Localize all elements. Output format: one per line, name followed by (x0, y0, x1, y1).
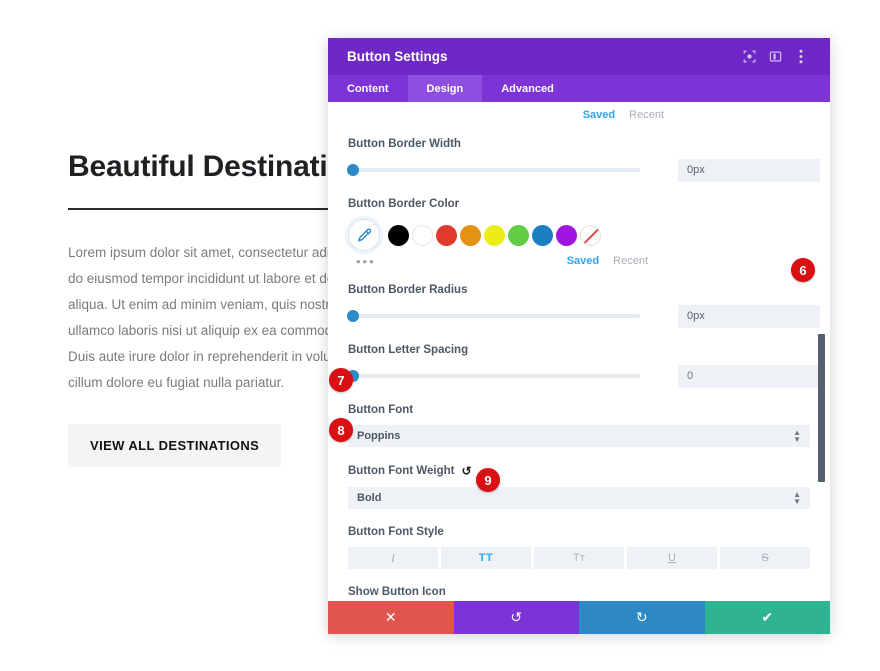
border-radius-slider[interactable] (347, 310, 640, 322)
chevron-updown-icon: ▲ ▼ (793, 428, 801, 444)
font-style-strikethrough-button[interactable]: S (720, 547, 810, 569)
field-button-border-radius (347, 304, 820, 328)
color-preset-tabs: Saved Recent (348, 255, 810, 267)
modal-body: Saved Recent Button Border Width Button … (328, 102, 830, 601)
annotation-badge-9: 9 (476, 468, 500, 492)
reset-icon[interactable]: ↺ (461, 464, 471, 478)
color-recent-tab[interactable]: Recent (613, 255, 648, 267)
label-text: Button Font Style (348, 526, 444, 538)
preset-recent-tab[interactable]: Recent (629, 109, 664, 121)
modal-scrollbar-thumb[interactable] (818, 334, 825, 482)
label-text: Button Border Radius (348, 284, 468, 296)
font-style-italic-button[interactable]: I (348, 547, 438, 569)
modal-title: Button Settings (347, 49, 448, 64)
swatch-black[interactable] (388, 224, 409, 246)
tab-advanced[interactable]: Advanced (482, 75, 573, 102)
view-all-destinations-button[interactable]: VIEW ALL DESTINATIONS (68, 424, 282, 467)
save-changes-button[interactable]: ✔ (704, 601, 830, 634)
label-text: Button Border Color (348, 198, 460, 210)
field-button-border-color (348, 219, 810, 251)
capitalize-icon: Tᴛ (572, 552, 586, 564)
font-style-underline-button[interactable]: U (627, 547, 717, 569)
field-button-letter-spacing (347, 364, 820, 388)
chevron-updown-icon: ▲ ▼ (793, 490, 801, 506)
title-divider (68, 208, 330, 210)
eyedropper-icon[interactable] (348, 219, 380, 251)
responsive-preview-icon[interactable] (736, 46, 762, 68)
font-style-uppercase-button[interactable]: TT (441, 547, 531, 569)
border-radius-input[interactable] (678, 304, 820, 328)
annotation-badge-7: 7 (329, 368, 353, 392)
discard-changes-button[interactable]: ✕ (328, 601, 454, 634)
tab-content[interactable]: Content (328, 75, 408, 102)
button-settings-modal: Button Settings Content Design Advanced (328, 38, 830, 634)
swatch-green[interactable] (508, 224, 529, 246)
annotation-badge-6: 6 (791, 258, 815, 282)
label-text: Button Border Width (348, 138, 461, 150)
layout-toggle-icon[interactable] (762, 46, 788, 68)
undo-button[interactable]: ↺ (453, 601, 579, 634)
label-button-font: Button Font (348, 404, 810, 416)
label-show-button-icon: Show Button Icon (348, 586, 810, 598)
annotation-badge-8: 8 (329, 418, 353, 442)
label-button-letter-spacing: Button Letter Spacing (348, 344, 810, 356)
swatch-yellow[interactable] (484, 224, 505, 246)
modal-footer: ✕ ↺ ↻ ✔ (328, 601, 830, 634)
button-font-weight-value: Bold (357, 492, 382, 504)
letter-spacing-input[interactable] (678, 364, 820, 388)
swatch-orange[interactable] (460, 224, 481, 246)
modal-header: Button Settings (328, 38, 830, 75)
letter-spacing-slider[interactable] (347, 370, 640, 382)
button-font-weight-select[interactable]: Bold ▲ ▼ (348, 487, 810, 509)
label-button-font-weight: Button Font Weight ↺ (348, 464, 810, 478)
button-font-value: Poppins (357, 430, 401, 442)
swatch-white[interactable] (412, 224, 433, 246)
font-style-capitalize-button[interactable]: Tᴛ (534, 547, 624, 569)
underline-icon: U (668, 552, 676, 564)
modal-scrollbar-track[interactable] (818, 102, 827, 601)
swatch-red[interactable] (436, 224, 457, 246)
settings-scroll-area: Saved Recent Button Border Width Button … (328, 102, 830, 601)
redo-button[interactable]: ↻ (579, 601, 705, 634)
label-text: Button Letter Spacing (348, 344, 469, 356)
field-button-border-width (347, 158, 820, 182)
more-options-icon[interactable] (788, 46, 814, 68)
preset-tabs-top: Saved Recent (348, 102, 810, 121)
label-text: Button Font Weight (348, 465, 455, 477)
preset-saved-tab[interactable]: Saved (583, 109, 615, 121)
uppercase-icon: TT (478, 552, 494, 564)
font-style-group: I TT Tᴛ U S (348, 547, 810, 569)
slider-knob[interactable] (347, 310, 359, 322)
label-button-border-radius: Button Border Radius (348, 284, 810, 296)
label-button-font-style: Button Font Style (348, 526, 810, 538)
swatch-none[interactable] (580, 224, 601, 246)
label-button-border-width: Button Border Width (348, 138, 810, 150)
slider-knob[interactable] (347, 164, 359, 176)
swatch-purple[interactable] (556, 224, 577, 246)
button-font-select[interactable]: Poppins ▲ ▼ (348, 425, 810, 447)
border-width-slider[interactable] (347, 164, 640, 176)
italic-icon: I (391, 550, 395, 565)
modal-tab-bar: Content Design Advanced (328, 75, 830, 102)
label-button-border-color: Button Border Color (348, 198, 810, 210)
label-text: Button Font (348, 404, 414, 416)
label-text: Show Button Icon (348, 586, 446, 598)
tab-design[interactable]: Design (407, 75, 483, 102)
swatch-blue[interactable] (532, 224, 553, 246)
color-saved-tab[interactable]: Saved (567, 255, 599, 267)
strikethrough-icon: S (761, 552, 769, 564)
border-width-input[interactable] (678, 158, 820, 182)
